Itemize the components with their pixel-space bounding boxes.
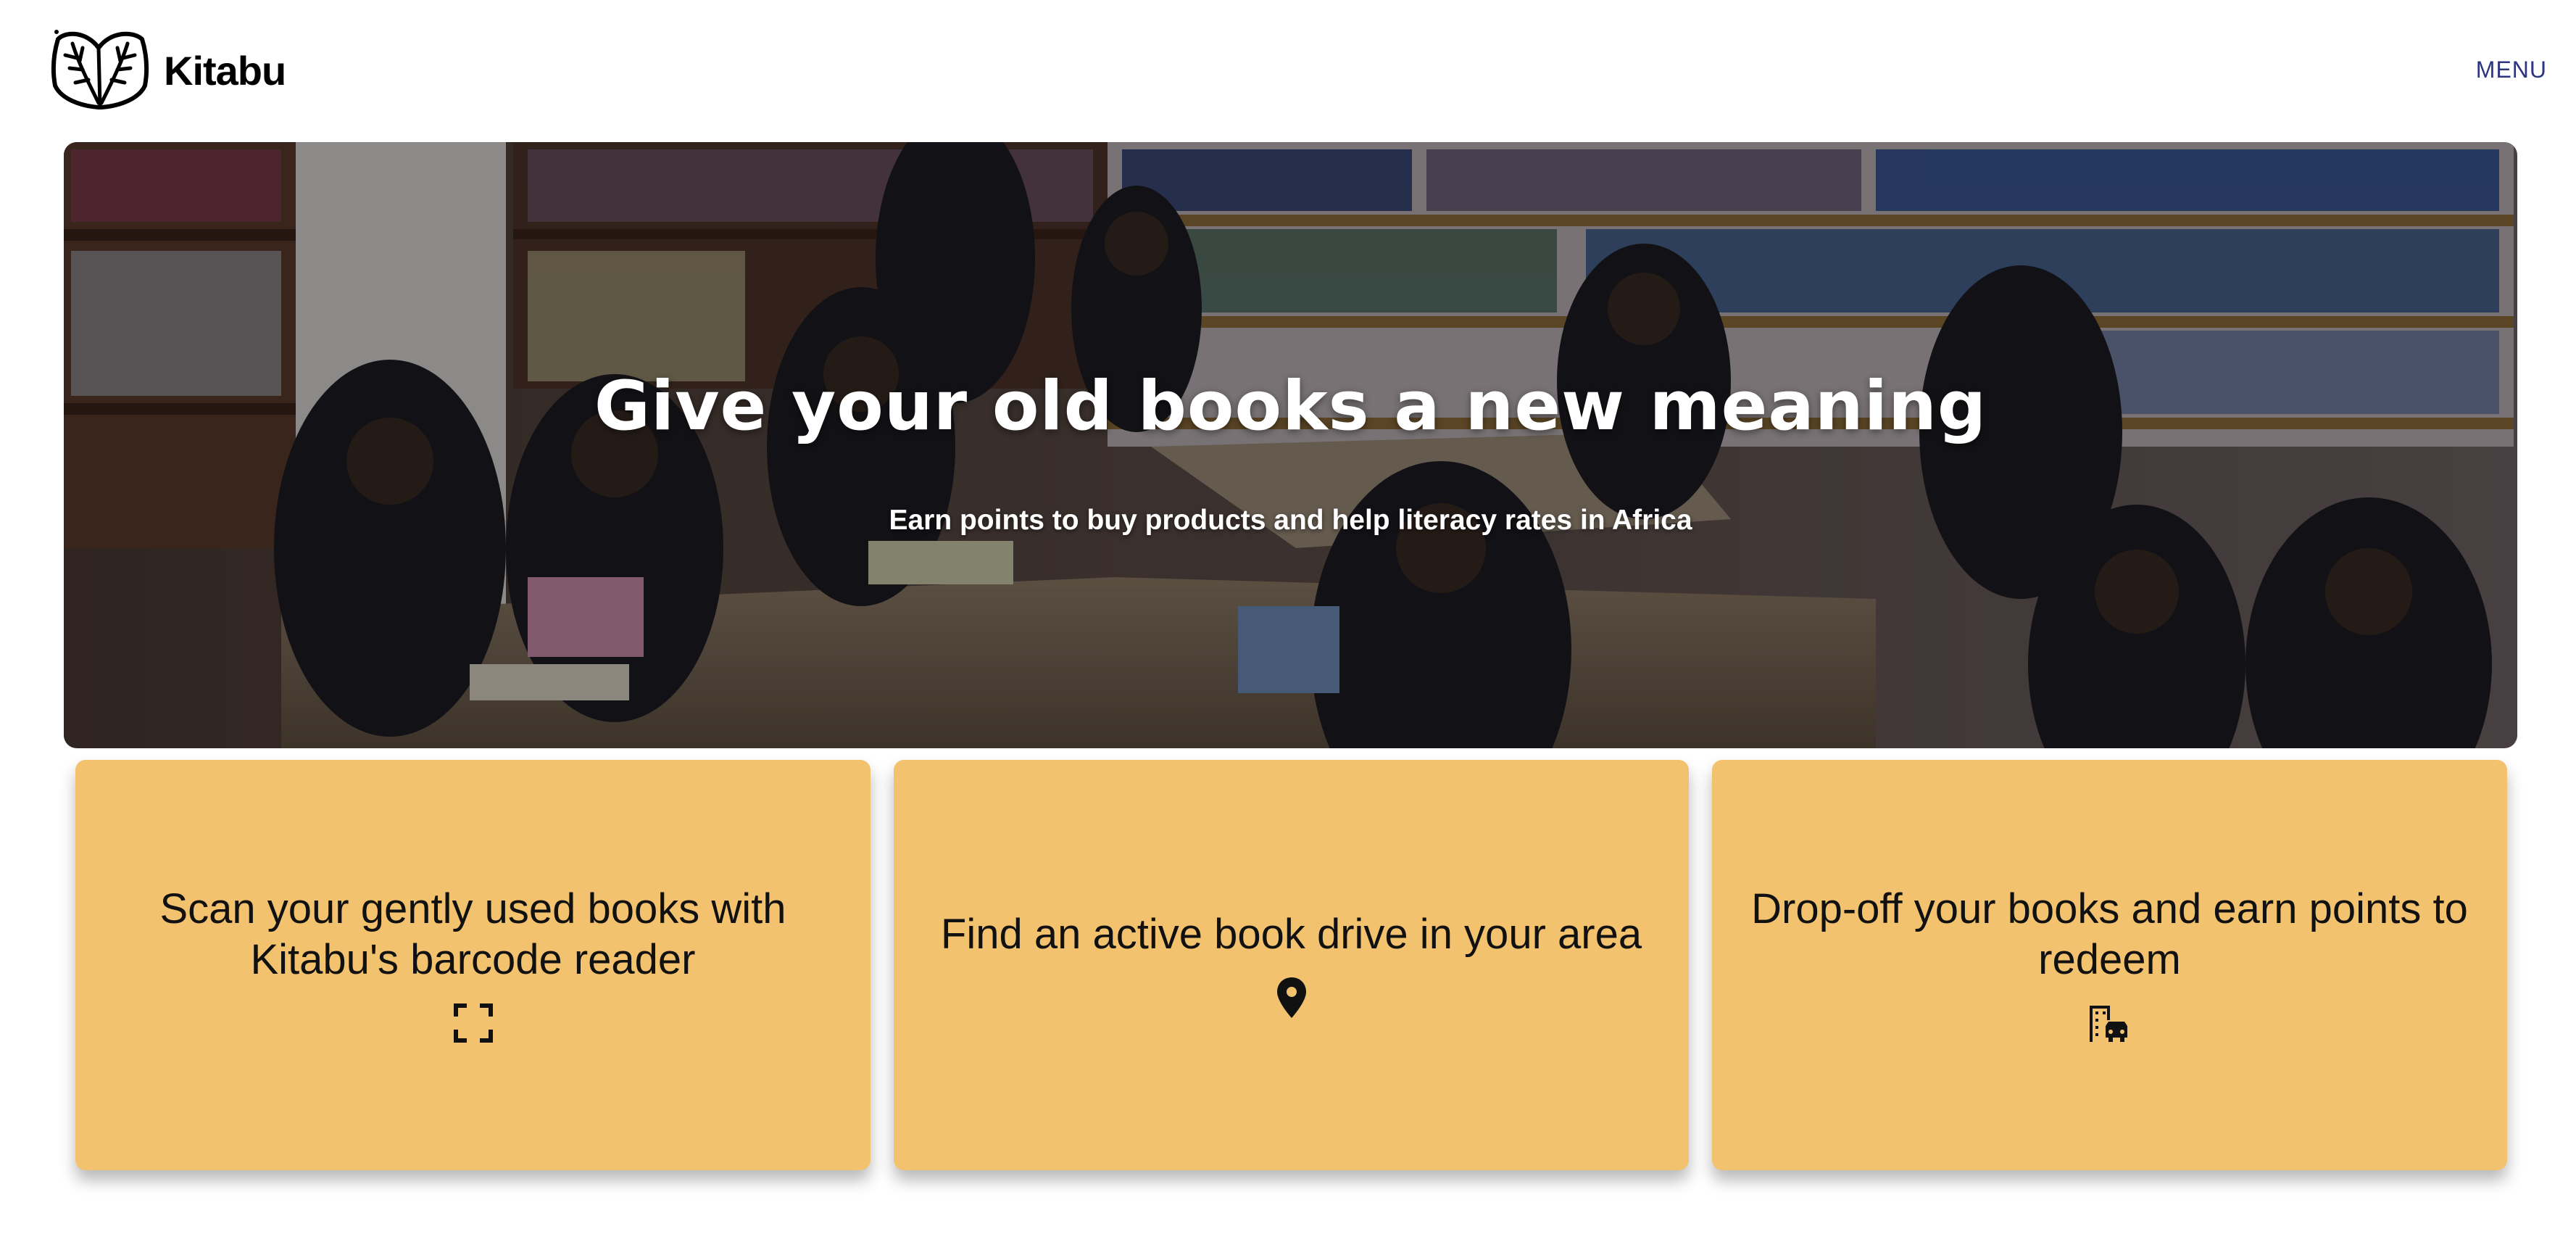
hero-banner: Give your old books a new meaning Earn p… — [64, 142, 2517, 748]
hero-subtitle: Earn points to buy products and help lit… — [889, 505, 1692, 536]
scan-frame-icon — [453, 1003, 493, 1043]
drop-off-books-card[interactable]: Drop-off your books and earn points to r… — [1712, 760, 2507, 1170]
site-header: Kitabu MENU — [0, 0, 2576, 142]
find-book-drive-card[interactable]: Find an active book drive in your area — [894, 760, 1689, 1170]
scan-books-card[interactable]: Scan your gently used books with Kitabu'… — [75, 760, 871, 1170]
brand-logo-link[interactable]: Kitabu — [51, 26, 286, 115]
card-text: Find an active book drive in your area — [940, 911, 1642, 958]
hero-title: Give your old books a new meaning — [594, 367, 1987, 446]
menu-button[interactable]: MENU — [2476, 57, 2547, 83]
leaf-book-icon — [51, 30, 149, 109]
card-text: Drop-off your books and earn points to r… — [1751, 885, 2468, 983]
feature-cards: Scan your gently used books with Kitabu'… — [75, 760, 2507, 1170]
brand-name: Kitabu — [164, 47, 286, 94]
card-text: Scan your gently used books with Kitabu'… — [159, 885, 786, 983]
location-pin-icon — [1276, 977, 1306, 1018]
building-car-icon — [2089, 1006, 2127, 1042]
